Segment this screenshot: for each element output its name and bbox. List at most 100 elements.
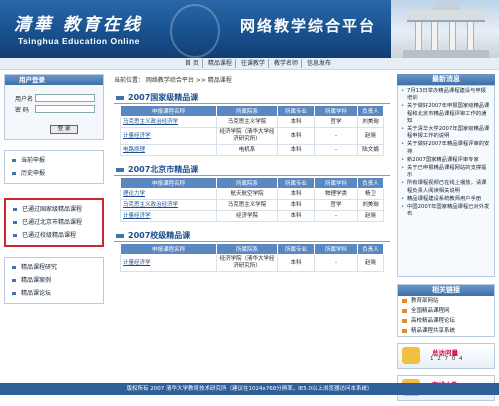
cell-subject: 哲学 bbox=[314, 116, 358, 128]
nav-past-courses[interactable]: 往课教学 bbox=[238, 59, 269, 68]
nav-info-release[interactable]: 信息发布 bbox=[304, 59, 334, 68]
cell-major: 本科 bbox=[277, 188, 315, 200]
menu-school-courses[interactable]: 已通过校级精品课程 bbox=[6, 229, 102, 242]
menu-national-courses[interactable]: 已通过国家级精品课程 bbox=[6, 203, 102, 216]
news-item[interactable]: 关于清华大学2007年国家级精品课程申报工作的说明 bbox=[401, 126, 491, 140]
col-leader: 负责人 bbox=[357, 105, 384, 117]
news-item[interactable]: 中国2007年国家精品课程已对外发布 bbox=[401, 204, 491, 218]
research-menu: 精品课程研究 精品课案例 精品课论坛 bbox=[4, 257, 104, 304]
username-label: 用户名 bbox=[15, 96, 34, 103]
link-national-courses[interactable]: 全国精品课程网 bbox=[398, 306, 494, 316]
menu-beijing-courses[interactable]: 已通过北京市精品课程 bbox=[6, 216, 102, 229]
link-icon bbox=[402, 309, 407, 313]
password-label: 密 码 bbox=[15, 107, 29, 114]
menu-course-forum[interactable]: 精品课论坛 bbox=[5, 287, 103, 300]
login-button[interactable]: 登 录 bbox=[50, 125, 78, 134]
platform-title: 网络教学综合平台 bbox=[240, 17, 377, 35]
news-item[interactable]: 新2007国家精品课程评审专家 bbox=[401, 157, 491, 164]
section-title-text: 2007国家级精品课 bbox=[128, 93, 199, 102]
right-sidebar: 最新消息 7月13日举办精品课程建设与申报培训 关于做好2007年申报国家级精品… bbox=[397, 74, 495, 401]
col-department: 所属院系 bbox=[216, 243, 278, 255]
links-title: 相关链接 bbox=[398, 285, 494, 296]
news-item[interactable]: 关于做好2007年精品课程评审的安排 bbox=[401, 141, 491, 155]
visits-icon bbox=[402, 347, 420, 364]
col-major: 所属专业 bbox=[277, 177, 315, 189]
link-moe[interactable]: 教育部网站 bbox=[398, 296, 494, 306]
table-row: 马克思主义政治经济学 马克思主义学院 本科 哲学 刘美珣 bbox=[120, 199, 384, 211]
news-item[interactable]: 关于已申报精品课程网站的支撑提示 bbox=[401, 165, 491, 179]
col-course-name: 申报课程名称 bbox=[120, 177, 217, 189]
link-label: 高校精品课程论坛 bbox=[411, 318, 456, 324]
declare-menu: 当前申报 历史申报 bbox=[4, 150, 104, 184]
cell-major: 本科 bbox=[277, 199, 315, 211]
course-link[interactable]: 电路原理 bbox=[120, 144, 217, 156]
menu-label: 已通过北京市精品课程 bbox=[22, 219, 83, 226]
menu-course-cases[interactable]: 精品课案例 bbox=[5, 274, 103, 287]
cell-leader: 刘美珣 bbox=[357, 199, 384, 211]
menu-course-research[interactable]: 精品课程研究 bbox=[5, 261, 103, 274]
total-visits-panel: 总访问量 1 2 7 0 4 bbox=[397, 343, 495, 369]
bullet-icon bbox=[12, 292, 16, 295]
table-row: 马克思主义政治经济学 马克思主义学院 本科 哲学 刘美珣 bbox=[120, 116, 384, 128]
menu-label: 精品课程研究 bbox=[21, 264, 58, 271]
cell-leader: 陆文娟 bbox=[357, 144, 384, 156]
course-link[interactable]: 马克思主义政治经济学 bbox=[120, 199, 217, 211]
bullet-icon bbox=[13, 234, 17, 237]
username-input[interactable] bbox=[35, 94, 95, 102]
section-title-text: 2007校级精品课 bbox=[128, 231, 191, 240]
main-content: 当前位置： 网络教学综合平台 >> 精品课程 2007国家级精品课 申报课程名称… bbox=[114, 76, 390, 272]
col-department: 所属院系 bbox=[216, 177, 278, 189]
news-list: 7月13日举办精品课程建设与申报培训 关于做好2007年申报国家级精品课程和北京… bbox=[397, 85, 495, 277]
nav-famous-teachers[interactable]: 教学名师 bbox=[271, 59, 302, 68]
col-leader: 负责人 bbox=[357, 177, 384, 189]
menu-current-declare[interactable]: 当前申报 bbox=[5, 154, 103, 167]
link-share-system[interactable]: 精品课程共享系统 bbox=[398, 326, 494, 336]
bullet-icon bbox=[12, 279, 16, 282]
course-link[interactable]: 计量经济学 bbox=[120, 210, 217, 222]
bullet-icon bbox=[12, 266, 16, 269]
table-row: 计量经济学 经济学院 本科 - 赵晓 bbox=[120, 210, 384, 222]
bullet-icon bbox=[12, 159, 16, 162]
link-forum[interactable]: 高校精品课程论坛 bbox=[398, 316, 494, 326]
cell-dept: 经济学院 bbox=[216, 210, 278, 222]
news-item[interactable]: 关于做好2007年申报国家级精品课程和北京市精品课程评审工作的通知 bbox=[401, 103, 491, 125]
bullet-icon bbox=[13, 208, 17, 211]
nav-home[interactable]: 首 页 bbox=[182, 59, 203, 68]
course-link[interactable]: 马克思主义政治经济学 bbox=[120, 116, 217, 128]
login-title: 用户登录 bbox=[5, 75, 103, 85]
logo-chinese[interactable]: 清華 教育在线 bbox=[14, 10, 143, 35]
password-input[interactable] bbox=[35, 105, 95, 113]
cell-dept: 电机系 bbox=[216, 144, 278, 156]
section-beijing-title: 2007北京市精品课 bbox=[114, 165, 390, 176]
course-link[interactable]: 计量经济学 bbox=[120, 127, 217, 145]
cell-leader: 杨卫 bbox=[357, 188, 384, 200]
link-icon bbox=[402, 329, 407, 333]
beijing-courses-table: 申报课程名称 所属院系 所属专业 所属学科 负责人 理论力学 航天航空学院 本科… bbox=[120, 177, 384, 222]
link-icon bbox=[402, 299, 407, 303]
course-link[interactable]: 理论力学 bbox=[120, 188, 217, 200]
link-icon bbox=[402, 319, 407, 323]
news-item[interactable]: 7月13日举办精品课程建设与申报培训 bbox=[401, 88, 491, 102]
col-major: 所属专业 bbox=[277, 105, 315, 117]
top-nav: 首 页 精品课程 往课教学 教学名师 信息发布 bbox=[0, 58, 499, 70]
menu-label: 历史申报 bbox=[21, 170, 46, 177]
login-box: 用户登录 用户名 密 码 登 录 bbox=[4, 74, 104, 140]
section-national-title: 2007国家级精品课 bbox=[114, 93, 390, 104]
news-item[interactable]: 精品课程建设系统教师用户手册 bbox=[401, 196, 491, 203]
cell-subject: 哲学 bbox=[314, 199, 358, 211]
school-courses-table: 申报课程名称 所属院系 所属专业 所属学科 负责人 计量经济学 经济学院（清华大… bbox=[120, 243, 384, 272]
cell-leader: 赵晓 bbox=[357, 127, 384, 145]
cell-dept: 航天航空学院 bbox=[216, 188, 278, 200]
news-item[interactable]: 所有课程视频已在线上播放，请课程负责人阅读相关说明 bbox=[401, 180, 491, 194]
link-label: 精品课程共享系统 bbox=[411, 328, 456, 334]
site-header: 清華 教育在线 Tsinghua Education Online 网络教学综合… bbox=[0, 0, 499, 58]
nav-quality-courses[interactable]: 精品课程 bbox=[205, 59, 236, 68]
section-school-title: 2007校级精品课 bbox=[114, 231, 390, 242]
menu-history-declare[interactable]: 历史申报 bbox=[5, 167, 103, 180]
cell-major: 本科 bbox=[277, 210, 315, 222]
table-row: 计量经济学 经济学院（清华大学经济研究所） 本科 - 赵晓 bbox=[120, 127, 384, 145]
col-subject: 所属学科 bbox=[314, 243, 358, 255]
course-link[interactable]: 计量经济学 bbox=[120, 254, 217, 272]
link-label: 全国精品课程网 bbox=[411, 308, 450, 314]
cell-major: 本科 bbox=[277, 144, 315, 156]
